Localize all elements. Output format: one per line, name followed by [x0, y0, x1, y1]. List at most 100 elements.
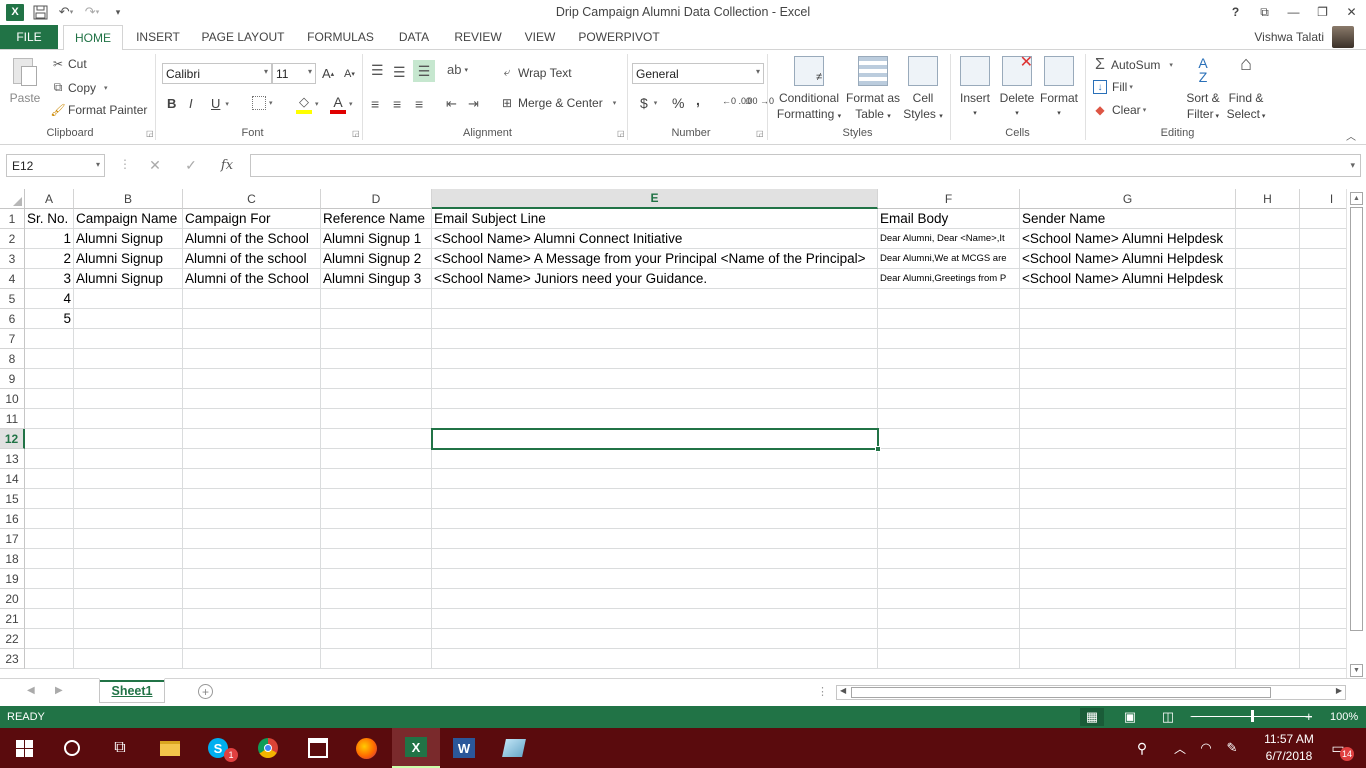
grow-font-button[interactable]: A ▴	[322, 66, 334, 81]
scroll-left-icon[interactable]: ◀	[840, 686, 846, 695]
page-break-view-icon[interactable]: ◫	[1156, 708, 1180, 726]
cell-f10[interactable]	[878, 389, 1020, 409]
format-cells-button[interactable]: Format ▾	[1038, 56, 1080, 122]
column-header-h[interactable]: H	[1236, 189, 1300, 209]
cell-f16[interactable]	[878, 509, 1020, 529]
cell-b18[interactable]	[74, 549, 183, 569]
tab-data[interactable]: DATA	[392, 25, 436, 49]
cell-d12[interactable]	[321, 429, 432, 449]
cell-a8[interactable]	[25, 349, 74, 369]
cell-c23[interactable]	[183, 649, 321, 669]
cell-h2[interactable]	[1236, 229, 1300, 249]
scroll-down-icon[interactable]: ▼	[1350, 664, 1363, 677]
align-left-button[interactable]: ≡	[371, 96, 379, 112]
cell-b7[interactable]	[74, 329, 183, 349]
cancel-icon[interactable]: ✕	[137, 157, 173, 174]
cell-a1[interactable]: Sr. No.	[25, 209, 74, 229]
cell-c12[interactable]	[183, 429, 321, 449]
currency-button[interactable]: $ ▾	[640, 95, 657, 111]
cell-a12[interactable]	[25, 429, 74, 449]
cell-b21[interactable]	[74, 609, 183, 629]
column-header-f[interactable]: F	[878, 189, 1020, 209]
row-header-1[interactable]: 1	[0, 209, 25, 229]
cell-e8[interactable]	[432, 349, 878, 369]
font-size-combo[interactable]: 11 ▾	[272, 63, 316, 84]
cell-i11[interactable]	[1300, 409, 1346, 429]
row-header-3[interactable]: 3	[0, 249, 25, 269]
cell-i22[interactable]	[1300, 629, 1346, 649]
cell-b1[interactable]: Campaign Name	[74, 209, 183, 229]
cell-f5[interactable]	[878, 289, 1020, 309]
cell-g8[interactable]	[1020, 349, 1236, 369]
cell-g4[interactable]: <School Name> Alumni Helpdesk	[1020, 269, 1236, 289]
cell-h8[interactable]	[1236, 349, 1300, 369]
cell-g22[interactable]	[1020, 629, 1236, 649]
cell-i15[interactable]	[1300, 489, 1346, 509]
cell-b6[interactable]	[74, 309, 183, 329]
cell-a18[interactable]	[25, 549, 74, 569]
cell-h15[interactable]	[1236, 489, 1300, 509]
cell-g10[interactable]	[1020, 389, 1236, 409]
cell-b23[interactable]	[74, 649, 183, 669]
conditional-formatting-button[interactable]: ≠ Conditional Formatting ▾	[773, 56, 845, 125]
copy-button[interactable]: ⧉ Copy ▾	[50, 80, 108, 95]
row-header-2[interactable]: 2	[0, 229, 25, 249]
cell-g13[interactable]	[1020, 449, 1236, 469]
cell-g1[interactable]: Sender Name	[1020, 209, 1236, 229]
bold-button[interactable]: B	[167, 96, 176, 111]
cell-f14[interactable]	[878, 469, 1020, 489]
cell-i1[interactable]	[1300, 209, 1346, 229]
cell-d19[interactable]	[321, 569, 432, 589]
cell-h19[interactable]	[1236, 569, 1300, 589]
cell-h5[interactable]	[1236, 289, 1300, 309]
cell-h23[interactable]	[1236, 649, 1300, 669]
cell-b17[interactable]	[74, 529, 183, 549]
zoom-slider-knob[interactable]	[1251, 710, 1254, 722]
cell-f2[interactable]: Dear Alumni, Dear <Name>,It	[878, 229, 1020, 249]
cell-i13[interactable]	[1300, 449, 1346, 469]
cell-d23[interactable]	[321, 649, 432, 669]
cell-c11[interactable]	[183, 409, 321, 429]
cell-b5[interactable]	[74, 289, 183, 309]
cell-f17[interactable]	[878, 529, 1020, 549]
cell-f3[interactable]: Dear Alumni,We at MCGS are	[878, 249, 1020, 269]
cell-f19[interactable]	[878, 569, 1020, 589]
cell-d20[interactable]	[321, 589, 432, 609]
excel-taskbar-icon[interactable]: X	[392, 728, 440, 768]
cell-c16[interactable]	[183, 509, 321, 529]
cell-d21[interactable]	[321, 609, 432, 629]
borders-button[interactable]: ▾	[252, 96, 273, 110]
cell-f23[interactable]	[878, 649, 1020, 669]
paste-button[interactable]: Paste	[6, 56, 44, 106]
cell-e7[interactable]	[432, 329, 878, 349]
cell-a2[interactable]: 1	[25, 229, 74, 249]
align-bottom-button[interactable]: ☰	[413, 60, 435, 82]
cell-e1[interactable]: Email Subject Line	[432, 209, 878, 229]
cell-b9[interactable]	[74, 369, 183, 389]
cell-b11[interactable]	[74, 409, 183, 429]
zoom-in-button[interactable]: +	[1305, 709, 1313, 724]
cell-h20[interactable]	[1236, 589, 1300, 609]
cell-d17[interactable]	[321, 529, 432, 549]
file-explorer-icon[interactable]	[146, 728, 194, 768]
cell-e23[interactable]	[432, 649, 878, 669]
prev-sheet-icon[interactable]: ◀	[27, 685, 35, 696]
cell-a15[interactable]	[25, 489, 74, 509]
row-header-15[interactable]: 15	[0, 489, 25, 509]
cell-f12[interactable]	[878, 429, 1020, 449]
chrome-icon[interactable]	[244, 728, 292, 768]
column-header-g[interactable]: G	[1020, 189, 1236, 209]
row-header-14[interactable]: 14	[0, 469, 25, 489]
insert-cells-button[interactable]: Insert ▾	[955, 56, 995, 122]
cell-d7[interactable]	[321, 329, 432, 349]
start-windows-icon[interactable]	[0, 728, 48, 768]
cell-styles-button[interactable]: Cell Styles ▾	[901, 56, 945, 125]
number-format-combo[interactable]: General ▾	[632, 63, 764, 84]
cell-b20[interactable]	[74, 589, 183, 609]
cell-f21[interactable]	[878, 609, 1020, 629]
word-taskbar-icon[interactable]: W	[440, 728, 488, 768]
clear-button[interactable]: ◆ Clear ▾	[1093, 103, 1146, 117]
normal-view-icon[interactable]: ▦	[1080, 708, 1104, 726]
scroll-right-icon[interactable]: ▶	[1336, 686, 1342, 695]
cell-i5[interactable]	[1300, 289, 1346, 309]
